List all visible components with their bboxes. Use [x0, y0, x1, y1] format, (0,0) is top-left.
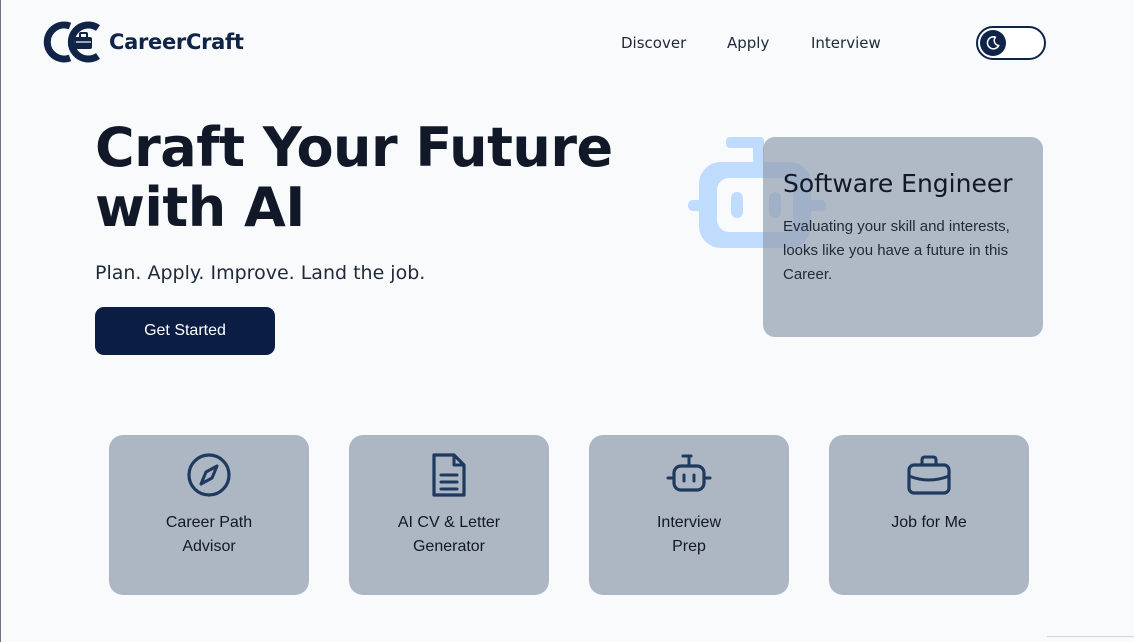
- hero-title-line2: with AI: [95, 176, 305, 239]
- site-header: CareerCraft Discover Apply Interview: [1, 0, 1134, 86]
- moon-icon: [986, 36, 1000, 50]
- get-started-button[interactable]: Get Started: [95, 307, 275, 355]
- briefcase-icon: [907, 455, 951, 495]
- document-icon: [432, 453, 466, 497]
- toggle-knob: [980, 30, 1006, 56]
- nav-interview[interactable]: Interview: [811, 34, 881, 52]
- feature-cards: Career Path Advisor AI CV & Letter Generat…: [109, 435, 1029, 595]
- feature-label: AI CV & Letter Generator: [397, 514, 501, 555]
- feature-interview-prep[interactable]: Interview Prep: [589, 435, 789, 595]
- compass-icon: [187, 453, 231, 497]
- hero-title: Craft Your Future with AI: [95, 118, 715, 238]
- divider: [1047, 636, 1134, 637]
- career-title: Software Engineer: [783, 169, 1013, 198]
- logo-mark-icon: [43, 21, 100, 63]
- feature-label: Job for Me: [891, 514, 967, 531]
- feature-label: Career Path Advisor: [165, 514, 253, 555]
- feature-ai-cv-letter-generator[interactable]: AI CV & Letter Generator: [349, 435, 549, 595]
- hero-title-line1: Craft Your Future: [95, 116, 613, 179]
- hero-subtitle: Plan. Apply. Improve. Land the job.: [95, 262, 426, 284]
- nav-discover[interactable]: Discover: [621, 34, 686, 52]
- brand-logo[interactable]: CareerCraft: [42, 20, 244, 64]
- career-suggestion-card[interactable]: Software Engineer Evaluating your skill …: [763, 137, 1043, 337]
- theme-toggle[interactable]: [976, 26, 1046, 60]
- feature-job-for-me[interactable]: Job for Me: [829, 435, 1029, 595]
- brand-name: CareerCraft: [109, 30, 244, 54]
- feature-career-path-advisor[interactable]: Career Path Advisor: [109, 435, 309, 595]
- robot-icon: [666, 454, 712, 492]
- nav-apply[interactable]: Apply: [727, 34, 769, 52]
- career-description: Evaluating your skill and interests, loo…: [783, 218, 1010, 283]
- feature-label: Interview Prep: [656, 514, 722, 555]
